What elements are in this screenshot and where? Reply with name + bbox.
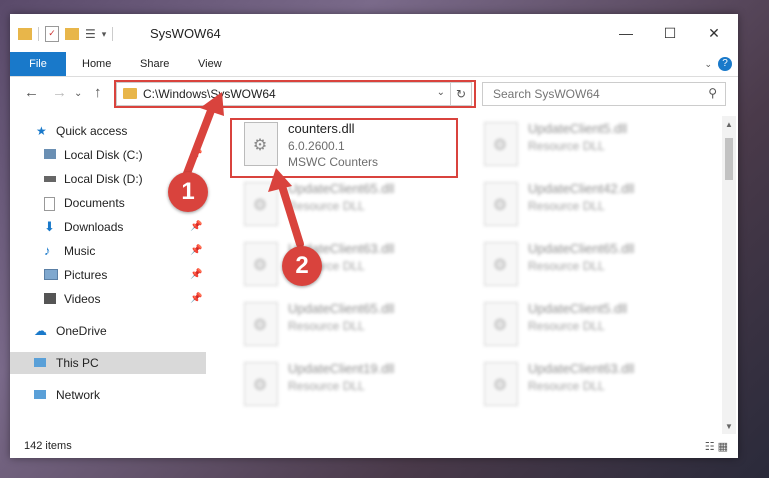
dll-file-icon: ⚙: [484, 362, 518, 406]
gear-icon: ⚙: [492, 317, 508, 334]
document-icon: [44, 197, 55, 211]
file-item-counters[interactable]: ⚙ counters.dll 6.0.2600.1 MSWC Counters: [230, 116, 450, 172]
address-bar[interactable]: C:\Windows\SysWOW64 ⌄: [116, 82, 452, 106]
step-badge-1: 1: [168, 172, 208, 212]
drive-icon: [44, 149, 56, 159]
close-icon[interactable]: ✕: [694, 22, 734, 44]
address-path: C:\Windows\SysWOW64: [143, 87, 276, 101]
download-icon: ⬇: [44, 219, 55, 234]
music-icon: ♪: [44, 243, 51, 258]
dll-file-icon: ⚙: [244, 362, 278, 406]
nav-music[interactable]: ♪ Music 📌: [10, 240, 206, 262]
gear-icon: ⚙: [492, 137, 508, 154]
list-item[interactable]: ⚙ UpdateClient65.dll Resource DLL: [230, 296, 450, 352]
window-title: SysWOW64: [150, 26, 221, 41]
up-icon[interactable]: ↑: [94, 84, 102, 101]
gear-icon: ⚙: [252, 317, 268, 334]
recent-locations-icon[interactable]: ⌄: [74, 88, 82, 99]
explorer-window: ✓ ☰ ▾ SysWOW64 — ☐ ✕ File Home Share Vie…: [10, 14, 738, 458]
list-item[interactable]: ⚙ UpdateClient63.dll Resource DLL: [470, 356, 690, 412]
status-bar: 142 items ☷ ▦: [10, 436, 738, 458]
pin-icon[interactable]: 📌: [190, 288, 202, 310]
help-icon[interactable]: ?: [718, 57, 732, 71]
video-icon: [44, 293, 56, 304]
scroll-down-icon[interactable]: ▼: [722, 422, 736, 431]
refresh-icon[interactable]: ↻: [450, 82, 472, 106]
dll-file-icon: ⚙: [244, 242, 278, 286]
view-toggle-icons[interactable]: ☷ ▦: [705, 440, 728, 453]
minimize-icon[interactable]: —: [606, 22, 646, 44]
dll-file-icon: ⚙: [484, 182, 518, 226]
pin-icon[interactable]: 📌: [190, 144, 202, 166]
folder-icon: [123, 88, 137, 99]
list-item[interactable]: ⚙ UpdateClient63.dll Resource DLL: [230, 236, 450, 292]
list-item[interactable]: ⚙ UpdateClient5.dll Resource DLL: [470, 296, 690, 352]
ribbon-tabs: File Home Share View ⌄ ?: [10, 52, 738, 77]
cloud-icon: ☁: [34, 323, 47, 338]
list-item[interactable]: ⚙ UpdateClient42.dll Resource DLL: [470, 176, 690, 232]
gear-icon: ⚙: [492, 257, 508, 274]
customize-toolbar-icon[interactable]: ▾: [102, 29, 107, 40]
list-item[interactable]: ⚙ UpdateClient65.dll Resource DLL: [470, 236, 690, 292]
view-options-icon[interactable]: ☰: [85, 27, 96, 41]
nav-pictures[interactable]: Pictures 📌: [10, 264, 206, 286]
star-icon: ★: [36, 124, 47, 138]
item-count: 142 items: [24, 440, 72, 452]
pin-icon[interactable]: 📌: [190, 240, 202, 262]
scrollbar-thumb[interactable]: [725, 138, 733, 180]
dll-file-icon: ⚙: [244, 302, 278, 346]
vertical-scrollbar[interactable]: ▲ ▼: [722, 116, 736, 434]
forward-icon[interactable]: →: [52, 84, 67, 101]
divider: [38, 27, 39, 41]
gear-icon: ⚙: [492, 197, 508, 214]
nav-this-pc[interactable]: This PC: [10, 352, 206, 374]
nav-local-disk-c[interactable]: Local Disk (C:) 📌: [10, 144, 206, 166]
search-input[interactable]: [491, 86, 695, 102]
nav-quick-access[interactable]: ★ Quick access: [10, 120, 206, 142]
folder-icon[interactable]: [18, 28, 32, 40]
properties-icon[interactable]: ✓: [45, 26, 59, 42]
title-bar: ✓ ☰ ▾ SysWOW64 — ☐ ✕: [10, 14, 738, 52]
list-item[interactable]: ⚙ UpdateClient19.dll Resource DLL: [230, 356, 450, 412]
gear-icon: ⚙: [252, 257, 268, 274]
quick-access-toolbar: ✓ ☰ ▾: [18, 26, 114, 42]
gear-icon: ⚙: [492, 377, 508, 394]
nav-network[interactable]: Network: [10, 384, 206, 406]
navigation-pane: ★ Quick access Local Disk (C:) 📌 Local D…: [10, 116, 206, 436]
list-item[interactable]: ⚙ UpdateClient65.dll Resource DLL: [230, 176, 450, 232]
pictures-icon: [44, 269, 58, 280]
chevron-down-icon[interactable]: ⌄: [437, 87, 445, 98]
nav-videos[interactable]: Videos 📌: [10, 288, 206, 310]
pin-icon[interactable]: 📌: [190, 264, 202, 286]
tab-file[interactable]: File: [10, 52, 66, 76]
computer-icon: [34, 358, 46, 367]
dll-file-icon: ⚙: [244, 182, 278, 226]
dll-file-icon: ⚙: [484, 302, 518, 346]
gear-icon: ⚙: [252, 197, 268, 214]
list-item[interactable]: ⚙ UpdateClient5.dll Resource DLL: [470, 116, 690, 172]
dll-file-icon: ⚙: [484, 122, 518, 166]
nav-onedrive[interactable]: ☁ OneDrive: [10, 320, 206, 342]
divider: [112, 27, 114, 41]
dll-file-icon: ⚙: [244, 122, 278, 166]
scroll-up-icon[interactable]: ▲: [722, 120, 736, 129]
gear-icon: ⚙: [252, 137, 268, 154]
tab-view[interactable]: View: [198, 52, 222, 76]
search-icon[interactable]: ⚲: [708, 86, 717, 100]
new-folder-icon[interactable]: [65, 28, 79, 40]
gear-icon: ⚙: [252, 377, 268, 394]
back-icon[interactable]: ←: [24, 84, 39, 101]
pin-icon[interactable]: 📌: [190, 216, 202, 238]
search-box[interactable]: ⚲: [482, 82, 726, 106]
maximize-icon[interactable]: ☐: [650, 22, 690, 44]
expand-ribbon-icon[interactable]: ⌄: [704, 59, 712, 70]
network-icon: [34, 390, 46, 399]
drive-icon: [44, 176, 56, 182]
nav-downloads[interactable]: ⬇ Downloads 📌: [10, 216, 206, 238]
address-row: ← → ⌄ ↑ C:\Windows\SysWOW64 ⌄ ↻ ⚲: [10, 76, 738, 112]
dll-file-icon: ⚙: [484, 242, 518, 286]
step-badge-2: 2: [282, 246, 322, 286]
tab-share[interactable]: Share: [140, 52, 169, 76]
tab-home[interactable]: Home: [82, 52, 111, 76]
